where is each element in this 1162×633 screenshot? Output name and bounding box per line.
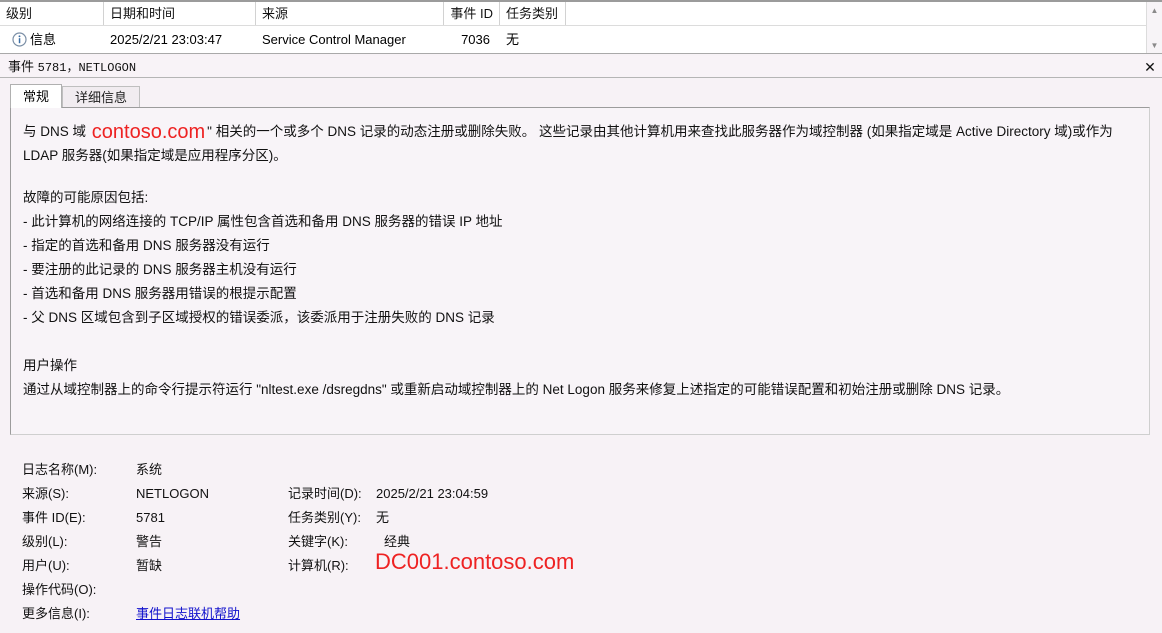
value-user: 暂缺 bbox=[136, 558, 163, 573]
label-level: 级别(L): bbox=[22, 534, 68, 549]
label-logged: 记录时间(D): bbox=[288, 486, 362, 501]
event-list-grid: 级别 日期和时间 来源 事件 ID 任务类别 信息 2025/2/21 23:0… bbox=[0, 2, 1147, 53]
event-title-prefix: 事件 bbox=[8, 59, 35, 74]
event-message-text: 与 DNS 域 contoso.com " 相关的一个或多个 DNS 记录的动态注… bbox=[23, 120, 1135, 402]
event-list-scrollbar[interactable]: ▲ ▼ bbox=[1146, 2, 1162, 53]
message-cause-item: - 父 DNS 区域包含到子区域授权的错误委派，该委派用于注册失败的 DNS 记… bbox=[23, 310, 495, 325]
information-icon bbox=[12, 29, 27, 47]
column-header-filler bbox=[566, 2, 1147, 25]
value-logged: 2025/2/21 23:04:59 bbox=[376, 486, 489, 501]
message-cause-item: - 此计算机的网络连接的 TCP/IP 属性包含首选和备用 DNS 服务器的错误… bbox=[23, 214, 503, 229]
label-opcode: 操作代码(O): bbox=[22, 582, 97, 597]
label-user: 用户(U): bbox=[22, 558, 70, 573]
column-header-task-category[interactable]: 任务类别 bbox=[500, 2, 566, 25]
cell-task-category: 无 bbox=[506, 32, 520, 47]
cell-source: Service Control Manager bbox=[262, 32, 406, 47]
cell-level-text: 信息 bbox=[30, 32, 57, 47]
message-cause-item: - 首选和备用 DNS 服务器用错误的根提示配置 bbox=[23, 286, 297, 301]
event-details-fields: 日志名称(M): 系统 来源(S): NETLOGON 事件 ID(E): 57… bbox=[0, 447, 1162, 633]
scroll-down-arrow-icon[interactable]: ▼ bbox=[1147, 38, 1162, 53]
event-list-column-headers: 级别 日期和时间 来源 事件 ID 任务类别 bbox=[0, 2, 1147, 26]
value-task-category: 无 bbox=[376, 510, 390, 525]
tab-bar: 常规 详细信息 bbox=[0, 84, 1162, 108]
redacted-domain-highlight: contoso.com bbox=[91, 121, 206, 143]
label-keywords: 关键字(K): bbox=[288, 534, 348, 549]
message-user-action-title: 用户操作 bbox=[23, 358, 77, 373]
message-paragraph-summary: 与 DNS 域 contoso.com " 相关的一个或多个 DNS 记录的动态注… bbox=[23, 120, 1135, 168]
label-log-name: 日志名称(M): bbox=[22, 462, 98, 477]
event-message-panel: 与 DNS 域 contoso.com " 相关的一个或多个 DNS 记录的动态注… bbox=[10, 107, 1150, 435]
cell-event-id: 7036 bbox=[461, 32, 490, 47]
value-source: NETLOGON bbox=[136, 486, 209, 501]
value-event-id: 5781 bbox=[136, 510, 165, 525]
event-viewer-properties-window: 级别 日期和时间 来源 事件 ID 任务类别 信息 2025/2/21 23:0… bbox=[0, 0, 1162, 633]
message-causes-title: 故障的可能原因包括: bbox=[23, 190, 149, 205]
column-header-level[interactable]: 级别 bbox=[0, 2, 104, 25]
tab-general[interactable]: 常规 bbox=[10, 84, 63, 108]
redacted-computer-highlight: DC001.contoso.com bbox=[375, 548, 575, 574]
close-icon[interactable]: ✕ bbox=[1142, 58, 1158, 76]
event-details-title: 事件 5781，NETLOGON bbox=[8, 56, 136, 78]
cell-date-time: 2025/2/21 23:03:47 bbox=[110, 32, 223, 47]
event-title-id-source: 5781，NETLOGON bbox=[37, 61, 137, 75]
message-summary-before: 与 DNS 域 bbox=[23, 124, 90, 139]
label-event-id: 事件 ID(E): bbox=[22, 510, 86, 525]
column-header-date-time[interactable]: 日期和时间 bbox=[104, 2, 256, 25]
message-cause-item: - 要注册的此记录的 DNS 服务器主机没有运行 bbox=[23, 262, 297, 277]
label-task-category: 任务类别(Y): bbox=[288, 510, 361, 525]
label-computer: 计算机(R): bbox=[288, 558, 349, 573]
value-level: 警告 bbox=[136, 534, 163, 549]
link-event-log-online-help[interactable]: 事件日志联机帮助 bbox=[136, 605, 240, 623]
column-header-event-id[interactable]: 事件 ID bbox=[444, 2, 500, 25]
message-user-action-body: 通过从域控制器上的命令行提示符运行 "nltest.exe /dsregdns"… bbox=[23, 382, 1010, 397]
message-cause-item: - 指定的首选和备用 DNS 服务器没有运行 bbox=[23, 238, 270, 253]
value-computer-wrap: DC001.contoso.com bbox=[374, 548, 575, 574]
table-row[interactable]: 信息 2025/2/21 23:03:47 Service Control Ma… bbox=[0, 26, 1147, 53]
scroll-up-arrow-icon[interactable]: ▲ bbox=[1147, 3, 1162, 18]
event-details-title-bar: 事件 5781，NETLOGON ✕ bbox=[0, 56, 1162, 78]
cell-level: 信息 bbox=[6, 26, 104, 53]
label-source: 来源(S): bbox=[22, 486, 69, 501]
event-list-pane: 级别 日期和时间 来源 事件 ID 任务类别 信息 2025/2/21 23:0… bbox=[0, 0, 1162, 54]
tab-details[interactable]: 详细信息 bbox=[62, 86, 141, 108]
label-more-info: 更多信息(I): bbox=[22, 606, 90, 621]
column-header-source[interactable]: 来源 bbox=[256, 2, 444, 25]
value-log-name: 系统 bbox=[136, 462, 163, 477]
